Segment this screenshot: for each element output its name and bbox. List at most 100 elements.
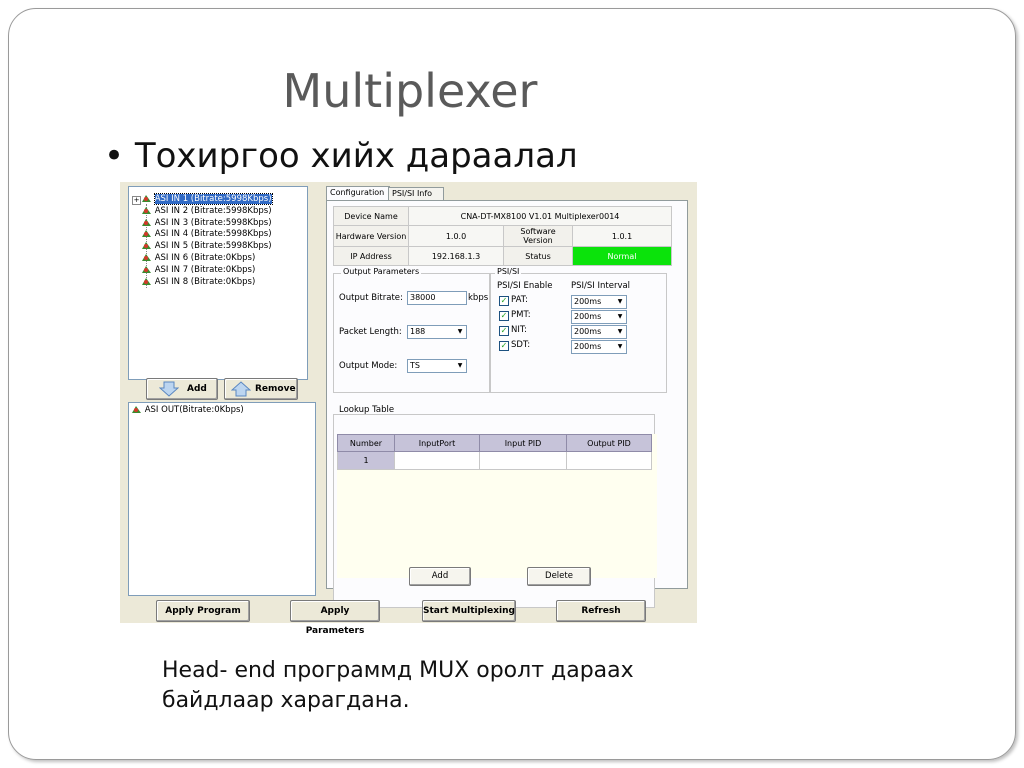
output-node-icon (132, 406, 141, 413)
tree-item-label: ASI OUT(Bitrate:0Kbps) (144, 405, 244, 415)
lookup-add-button[interactable]: Add (409, 567, 471, 586)
nit-checkbox[interactable]: ✓ (499, 326, 509, 336)
tree-item-label: ASI IN 3 (Bitrate:5998Kbps) (154, 218, 272, 228)
table-row[interactable]: 1 (337, 451, 652, 470)
tree-item-asi-in-3[interactable]: ASI IN 3 (Bitrate:5998Kbps) (141, 218, 272, 229)
psi-interval-header: PSI/SI Interval (571, 281, 631, 291)
column-header-number[interactable]: Number (337, 434, 395, 452)
tree-item-label: ASI IN 1 (Bitrate:5998Kbps) (153, 193, 273, 205)
start-multiplexing-button[interactable]: Start Multiplexing (422, 600, 516, 622)
lookup-grid: Number InputPort Input PID Output PID 1 (337, 434, 652, 470)
input-node-icon (142, 242, 151, 249)
slide-title: Multiplexer (282, 64, 538, 118)
apply-program-button[interactable]: Apply Program (156, 600, 250, 622)
tree-item-label: ASI IN 2 (Bitrate:5998Kbps) (154, 206, 272, 216)
tree-item-label: ASI IN 4 (Bitrate:5998Kbps) (154, 229, 272, 239)
sdt-interval-value: 200ms (574, 342, 602, 351)
hardware-version-value: 1.0.0 (408, 225, 504, 247)
tree-item-label: ASI IN 7 (Bitrate:0Kbps) (154, 265, 256, 275)
device-info-table: Device Name CNA-DT-MX8100 V1.01 Multiple… (333, 206, 672, 266)
software-version-value: 1.0.1 (572, 225, 672, 247)
sdt-checkbox[interactable]: ✓ (499, 341, 509, 351)
tab-psi-si-info[interactable]: PSI/SI Info (388, 187, 444, 200)
nit-interval-value: 200ms (574, 327, 602, 336)
packet-length-label: Packet Length: (339, 327, 402, 337)
sdt-interval-select[interactable]: 200ms ▼ (571, 340, 627, 354)
input-node-icon (142, 207, 151, 214)
input-port-cell[interactable] (394, 451, 480, 470)
arrow-down-icon (159, 381, 179, 397)
output-tree[interactable]: ASI OUT(Bitrate:0Kbps) (128, 402, 316, 596)
input-node-icon (142, 266, 151, 273)
status-badge: Normal (572, 246, 672, 266)
pmt-label: PMT: (511, 310, 531, 320)
sdt-label: SDT: (511, 340, 531, 350)
hardware-version-label: Hardware Version (333, 225, 409, 247)
device-name-value: CNA-DT-MX8100 V1.01 Multiplexer0014 (408, 206, 672, 226)
input-node-icon (142, 219, 151, 226)
row-number-cell[interactable]: 1 (337, 451, 395, 470)
refresh-button[interactable]: Refresh (556, 600, 646, 622)
tab-configuration[interactable]: Configuration (326, 186, 390, 201)
tree-item-asi-in-5[interactable]: ASI IN 5 (Bitrate:5998Kbps) (141, 241, 272, 252)
lookup-table[interactable]: Number InputPort Input PID Output PID 1 (337, 434, 657, 578)
tree-item-asi-in-4[interactable]: ASI IN 4 (Bitrate:5998Kbps) (141, 229, 272, 240)
column-header-input-pid[interactable]: Input PID (479, 434, 567, 452)
input-pid-cell[interactable] (479, 451, 567, 470)
packet-length-select[interactable]: 188 ▼ (407, 325, 467, 339)
output-bitrate-input[interactable]: 38000 (407, 291, 467, 305)
device-name-label: Device Name (333, 206, 409, 226)
software-version-label: Software Version (503, 225, 573, 247)
bitrate-unit: kbps (468, 293, 489, 303)
slide-bullet: • Тохиргоо хийх дараалал (104, 136, 578, 176)
chevron-down-icon: ▼ (617, 298, 623, 305)
add-button[interactable]: Add (146, 378, 218, 400)
tree-item-asi-in-7[interactable]: ASI IN 7 (Bitrate:0Kbps) (141, 265, 255, 276)
input-node-icon (142, 230, 151, 237)
chevron-down-icon: ▼ (617, 313, 623, 320)
input-node-icon (142, 254, 151, 261)
pmt-interval-select[interactable]: 200ms ▼ (571, 310, 627, 324)
tree-item-asi-in-8[interactable]: ASI IN 8 (Bitrate:0Kbps) (141, 277, 255, 288)
output-bitrate-label: Output Bitrate: (339, 293, 403, 303)
input-tree[interactable]: + ASI IN 1 (Bitrate:5998Kbps) ASI IN 2 (… (128, 186, 308, 380)
remove-button[interactable]: Remove (224, 378, 298, 400)
tree-item-asi-out[interactable]: ASI OUT(Bitrate:0Kbps) (131, 405, 244, 416)
output-parameters-title: Output Parameters (341, 267, 422, 276)
pat-checkbox[interactable]: ✓ (499, 296, 509, 306)
pmt-interval-value: 200ms (574, 312, 602, 321)
caption-line-1: Head- end программд MUX оролт дараах (162, 658, 634, 683)
nit-label: NIT: (511, 325, 527, 335)
tree-item-asi-in-1[interactable]: ASI IN 1 (Bitrate:5998Kbps) (141, 193, 273, 205)
pmt-checkbox[interactable]: ✓ (499, 311, 509, 321)
output-mode-label: Output Mode: (339, 361, 398, 371)
configuration-panel: Device Name CNA-DT-MX8100 V1.01 Multiple… (326, 200, 688, 608)
expand-toggle[interactable]: + (132, 196, 141, 205)
tree-item-label: ASI IN 6 (Bitrate:0Kbps) (154, 253, 256, 263)
packet-length-value: 188 (410, 327, 426, 336)
output-mode-value: TS (410, 361, 420, 370)
add-button-label: Add (187, 384, 207, 394)
output-pid-cell[interactable] (566, 451, 652, 470)
remove-button-label: Remove (255, 384, 296, 394)
input-node-icon (142, 195, 151, 202)
tree-item-asi-in-2[interactable]: ASI IN 2 (Bitrate:5998Kbps) (141, 206, 272, 217)
column-header-inputport[interactable]: InputPort (394, 434, 480, 452)
chevron-down-icon: ▼ (617, 328, 623, 335)
status-label: Status (503, 246, 573, 266)
tree-item-label: ASI IN 8 (Bitrate:0Kbps) (154, 277, 256, 287)
multiplexer-app-window: + ASI IN 1 (Bitrate:5998Kbps) ASI IN 2 (… (120, 182, 697, 636)
apply-parameters-button[interactable]: Apply Parameters (290, 600, 380, 636)
pat-interval-select[interactable]: 200ms ▼ (571, 295, 627, 309)
lookup-table-title: Lookup Table (339, 405, 395, 415)
tree-item-asi-in-6[interactable]: ASI IN 6 (Bitrate:0Kbps) (141, 253, 255, 264)
pat-interval-value: 200ms (574, 297, 602, 306)
arrow-up-icon (231, 381, 251, 397)
nit-interval-select[interactable]: 200ms ▼ (571, 325, 627, 339)
output-mode-select[interactable]: TS ▼ (407, 359, 467, 373)
lookup-delete-button[interactable]: Delete (527, 567, 591, 586)
column-header-output-pid[interactable]: Output PID (566, 434, 652, 452)
chevron-down-icon: ▼ (457, 328, 463, 335)
chevron-down-icon: ▼ (617, 343, 623, 350)
caption-line-2: байдлаар харагдана. (162, 688, 410, 713)
